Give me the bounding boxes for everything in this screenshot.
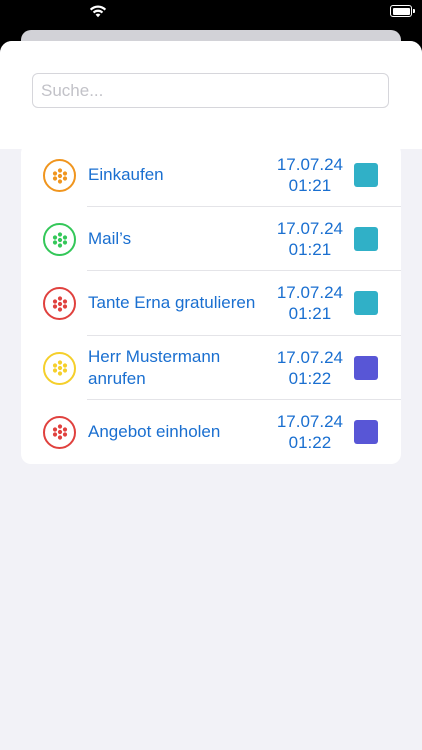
task-list: Einkaufen 17.07.24 01:21 Mail’s 17.07.24…: [21, 143, 401, 464]
color-swatch[interactable]: [354, 355, 378, 380]
dots-circle-icon: [52, 424, 67, 440]
status-icon[interactable]: [43, 287, 76, 321]
task-date: 17.07.24: [276, 411, 343, 431]
task-timestamp: 17.07.24 01:22: [277, 347, 343, 389]
task-time: 01:22: [288, 368, 332, 388]
task-timestamp: 17.07.24 01:21: [277, 218, 343, 260]
battery-icon: [390, 5, 415, 17]
task-time: 01:21: [288, 176, 332, 196]
task-timestamp: 17.07.24 01:21: [277, 154, 343, 196]
status-icon[interactable]: [43, 223, 76, 257]
color-swatch[interactable]: [354, 163, 378, 188]
task-row[interactable]: Angebot einholen 17.07.24 01:22: [21, 400, 401, 464]
task-time: 01:22: [288, 432, 332, 452]
task-time: 01:21: [288, 304, 332, 324]
task-timestamp: 17.07.24 01:22: [277, 411, 343, 453]
task-time: 01:21: [288, 240, 332, 260]
status-icon[interactable]: [43, 415, 76, 449]
task-title: Mail’s: [88, 229, 132, 249]
wifi-icon: [89, 5, 107, 18]
task-date: 17.07.24: [276, 347, 343, 367]
search-input[interactable]: [32, 73, 389, 108]
dots-circle-icon: [52, 360, 67, 376]
task-row[interactable]: Tante Erna gratulieren 17.07.24 01:21: [21, 271, 401, 336]
task-row[interactable]: Herr Mustermann anrufen 17.07.24 01:22: [21, 336, 401, 400]
status-icon[interactable]: [43, 159, 76, 192]
task-title: Einkaufen: [88, 165, 164, 185]
color-swatch[interactable]: [354, 419, 378, 444]
dots-circle-icon: [52, 296, 67, 312]
task-row[interactable]: Mail’s 17.07.24 01:21: [21, 207, 401, 272]
task-date: 17.07.24: [276, 219, 343, 239]
color-swatch[interactable]: [354, 291, 378, 316]
task-title: Tante Erna gratulieren: [88, 293, 256, 313]
task-timestamp: 17.07.24 01:21: [277, 282, 343, 324]
status-icon[interactable]: [43, 351, 76, 385]
task-date: 17.07.24: [276, 155, 343, 175]
search-area: [0, 41, 422, 149]
task-title: Angebot einholen: [88, 421, 221, 441]
task-title: Herr Mustermann anrufen: [88, 346, 221, 388]
dots-circle-icon: [52, 232, 67, 248]
task-date: 17.07.24: [276, 283, 343, 303]
color-swatch[interactable]: [354, 227, 378, 252]
dots-circle-icon: [52, 167, 67, 184]
task-row[interactable]: Einkaufen 17.07.24 01:21: [21, 143, 401, 208]
